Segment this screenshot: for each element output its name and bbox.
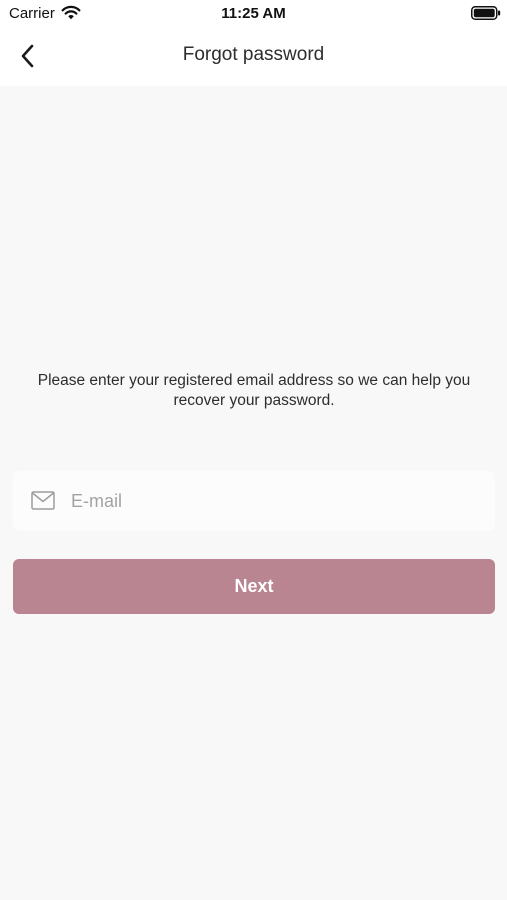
page-title: Forgot password: [182, 44, 325, 65]
navigation-bar: Forgot password: [0, 28, 507, 84]
next-button[interactable]: Next: [13, 559, 495, 614]
status-time: 11:25 AM: [221, 5, 286, 22]
status-bar: Carrier 11:25 AM: [0, 0, 507, 28]
mail-icon: [31, 491, 55, 510]
instruction-text: Please enter your registered email addre…: [37, 372, 471, 409]
email-input[interactable]: [71, 486, 481, 516]
top-bar: Carrier 11:25 AM Forgot password: [0, 0, 507, 86]
email-field[interactable]: [13, 471, 495, 531]
battery-icon: [471, 6, 501, 20]
